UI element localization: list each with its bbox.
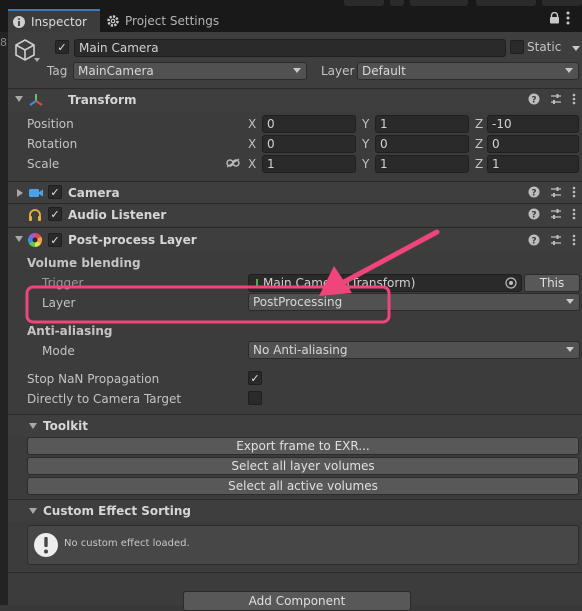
annotation-arrow-shaft: [341, 229, 440, 285]
annotation-overlay: [25, 229, 440, 324]
